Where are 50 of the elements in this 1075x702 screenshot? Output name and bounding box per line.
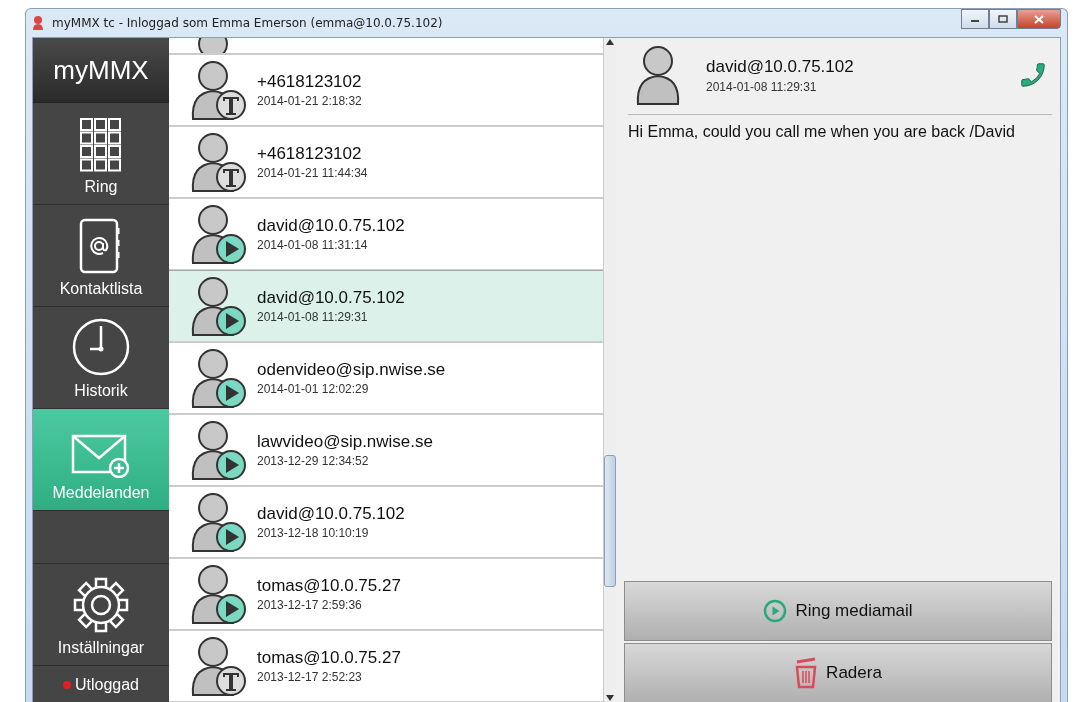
app-logo-icon <box>32 15 46 31</box>
close-icon <box>1034 14 1044 24</box>
scroll-down-icon[interactable] <box>606 695 614 701</box>
app-logo: myMMX <box>33 38 169 103</box>
sender: +4618123102 <box>257 144 363 164</box>
trash-icon <box>794 657 819 689</box>
sender: david@10.0.75.102 <box>257 504 405 524</box>
gear-icon <box>73 577 129 633</box>
sender: odenvideo@sip.nwise.se <box>257 360 446 380</box>
timestamp: 2013-12-17 2:59:36 <box>257 598 363 612</box>
scroll-thumb[interactable] <box>604 454 616 587</box>
close-button[interactable] <box>1017 9 1061 29</box>
window-title: myMMX tc - Inloggad som Emma Emerson (emma@10.0.75.102) <box>52 16 443 30</box>
timestamp: 2013-12-17 2:52:23 <box>257 670 363 684</box>
scrollbar[interactable] <box>603 38 616 702</box>
maximize-icon <box>998 15 1008 23</box>
minimize-button[interactable] <box>961 9 989 29</box>
timestamp: 2013-12-18 10:10:19 <box>257 526 370 540</box>
sender: david@10.0.75.102 <box>257 216 405 236</box>
clock-icon <box>72 318 130 376</box>
sender: tomas@10.0.75.27 <box>257 648 401 668</box>
message-text: Hi Emma, could you call me when you are back /David <box>628 123 1016 141</box>
sender: +4618123102 <box>257 72 362 92</box>
play-icon <box>763 599 788 623</box>
person-play-icon <box>189 419 247 481</box>
person-play-icon <box>189 275 247 337</box>
person-play-icon <box>189 203 247 265</box>
scroll-up-icon[interactable] <box>606 39 614 45</box>
sender: david@10.0.75.102 <box>257 288 405 308</box>
person-play-icon <box>189 347 247 409</box>
timestamp: 2014-01-08 11:29:31 <box>706 79 818 94</box>
person-play-icon <box>189 563 247 625</box>
sender: tomas@10.0.75.27 <box>257 576 401 596</box>
timestamp: 2014-01-21 2:18:32 <box>257 94 362 108</box>
sender: lawvideo@sip.nwise.se <box>257 432 433 452</box>
grid-icon <box>80 118 122 172</box>
timestamp: 2014-01-01 12:02:29 <box>257 382 370 396</box>
delete-button[interactable]: Radera <box>624 643 1052 702</box>
timestamp: 2014-01-21 11:44:34 <box>257 166 368 180</box>
timestamp: 2014-01-08 11:31:14 <box>257 238 369 252</box>
message-row[interactable]: david@10.0.75.102 2014-01-08 11:29:31 <box>169 271 603 343</box>
person-play-icon <box>189 491 247 553</box>
phone-icon[interactable] <box>1018 60 1048 90</box>
call-button[interactable]: Ring mediamail <box>624 581 1052 641</box>
maximize-button[interactable] <box>989 9 1017 29</box>
sender: david@10.0.75.102 <box>706 56 855 77</box>
envelope-plus-icon <box>71 434 131 478</box>
status-label: Utloggad <box>74 675 139 694</box>
timestamp: 2013-12-29 12:34:52 <box>257 454 370 468</box>
timestamp: 2014-01-08 11:29:31 <box>257 310 369 324</box>
